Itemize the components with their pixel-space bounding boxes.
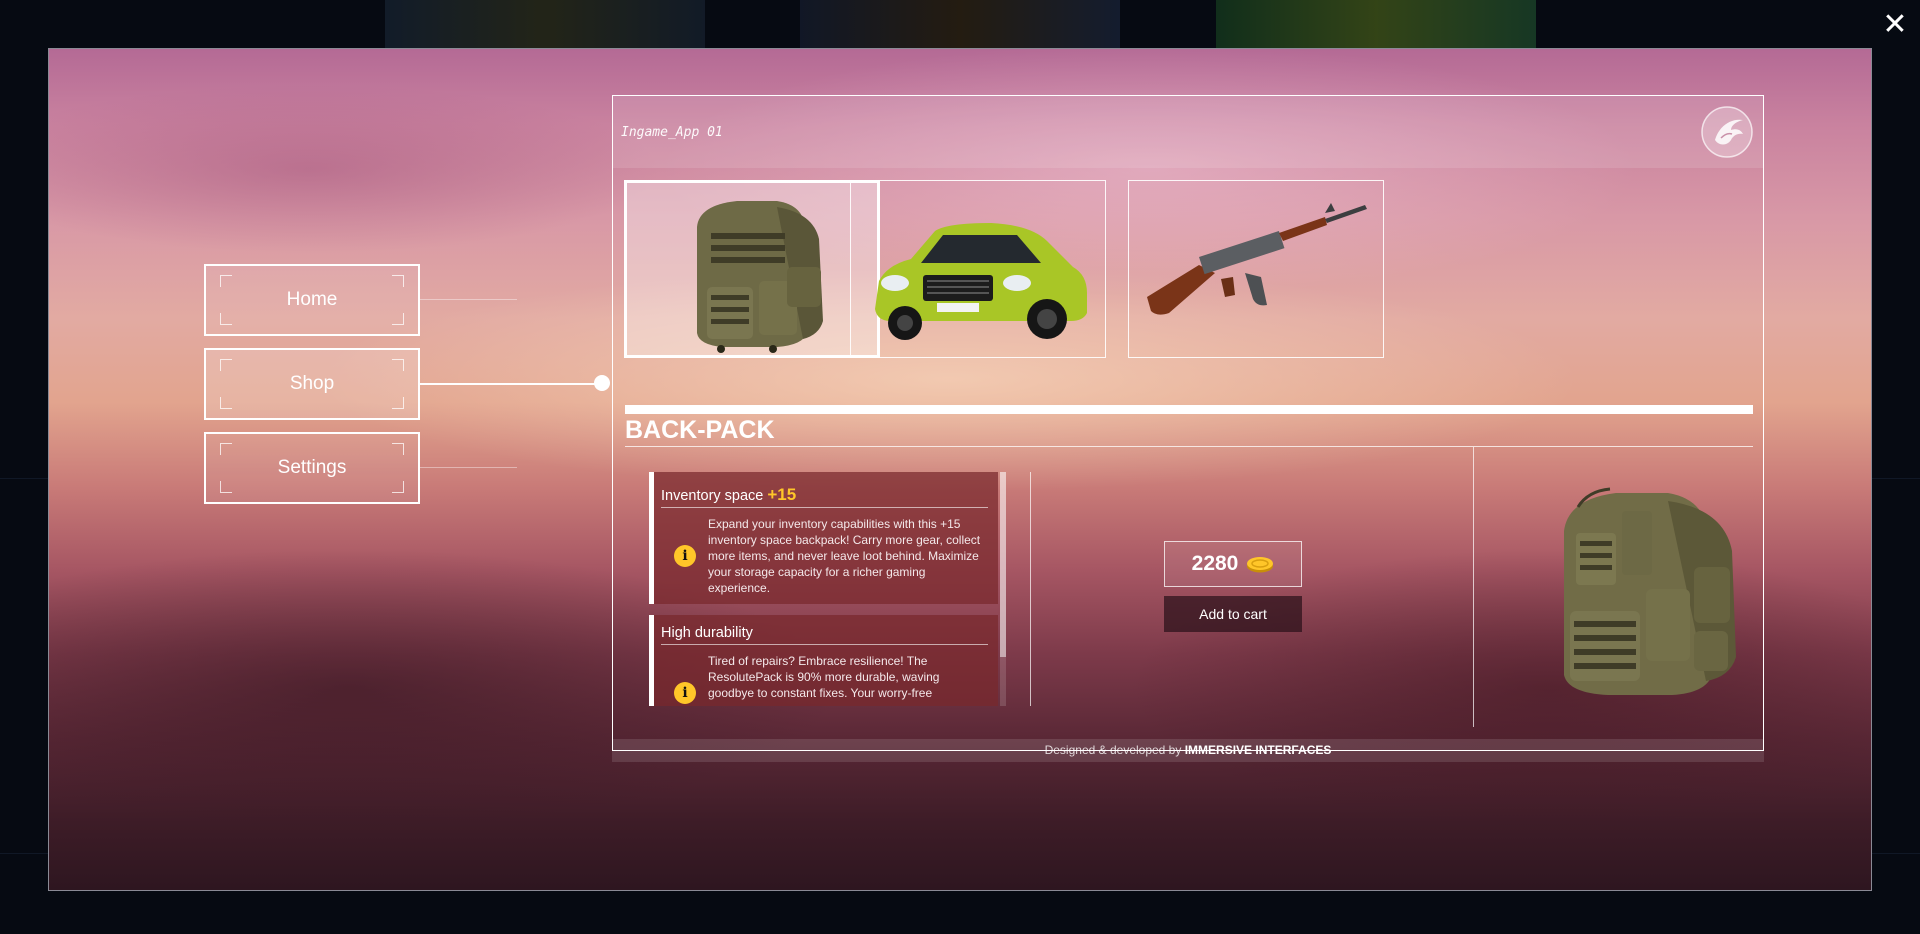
car-icon — [875, 223, 1087, 340]
feature-divider — [661, 644, 988, 645]
corner-bracket — [220, 313, 232, 325]
shop-item-rifle[interactable] — [1128, 180, 1384, 358]
footer: Designed & developed by IMMERSIVE INTERF… — [612, 739, 1764, 762]
corner-bracket — [220, 275, 232, 287]
shop-panel: Ingame_App 01 BACK-PACK Inventory space … — [612, 95, 1764, 751]
corner-bracket — [392, 397, 404, 409]
background-thumbnail — [385, 0, 705, 48]
background-thumbnail — [1216, 0, 1536, 48]
panel-header — [613, 96, 1763, 168]
divider — [1473, 447, 1474, 727]
nav-home-button[interactable]: Home — [204, 264, 420, 336]
corner-bracket — [220, 443, 232, 455]
nav-shop-button[interactable]: Shop — [204, 348, 420, 420]
feature-divider — [661, 507, 988, 508]
nav-connector-line — [420, 467, 517, 468]
feature-title: Inventory space +15 — [661, 485, 796, 505]
nav-home-label: Home — [286, 289, 338, 310]
features-scrollbar-thumb[interactable] — [1000, 472, 1006, 657]
feature-item: Inventory space+15 Expand your inventory… — [649, 472, 998, 604]
nav-active-connector-line — [420, 383, 605, 385]
nav-settings-label: Settings — [277, 457, 347, 478]
features-list: Inventory space+15 Expand your inventory… — [649, 472, 1006, 706]
corner-bracket — [392, 313, 404, 325]
app-title: Ingame_App 01 — [621, 125, 723, 140]
corner-bracket — [392, 443, 404, 455]
close-icon[interactable]: ✕ — [1880, 10, 1910, 40]
feature-title-text: Inventory space — [661, 488, 764, 504]
shop-item-car[interactable] — [850, 180, 1106, 358]
footer-brand: IMMERSIVE INTERFACES — [1184, 743, 1332, 757]
lightbox-modal: Home Shop Settings Ingame_App 01 BACK-PA… — [48, 48, 1872, 891]
feature-description: Tired of repairs? Embrace resilience! Th… — [708, 654, 940, 700]
coin-icon — [1247, 556, 1274, 572]
backpack-icon — [697, 201, 823, 353]
add-to-cart-button[interactable]: Add to cart — [1164, 596, 1302, 632]
corner-bracket — [392, 359, 404, 371]
item-preview-backpack-icon — [1564, 487, 1736, 695]
info-icon — [674, 682, 696, 704]
feature-item: High durability Tired of repairs? Embrac… — [649, 615, 998, 706]
nav-active-dot — [594, 375, 610, 391]
price-value: 2280 — [1191, 552, 1239, 575]
nav-connector-line — [420, 299, 517, 300]
feature-description: Expand your inventory capabilities with … — [708, 517, 981, 595]
item-name-heading: BACK-PACK — [625, 416, 775, 444]
corner-bracket — [220, 481, 232, 493]
rifle-icon — [1147, 203, 1367, 315]
corner-bracket — [220, 397, 232, 409]
price-display: 2280 — [1164, 541, 1302, 587]
divider — [1030, 472, 1031, 706]
phoenix-logo-icon — [1701, 106, 1753, 158]
corner-bracket — [392, 275, 404, 287]
feature-title-text: High durability — [661, 625, 753, 641]
background-thumbnail — [800, 0, 1120, 48]
corner-bracket — [392, 481, 404, 493]
footer-prefix: Designed & developed by — [1044, 743, 1182, 757]
nav-settings-button[interactable]: Settings — [204, 432, 420, 504]
info-icon — [674, 545, 696, 567]
selection-progress-bar — [625, 405, 1753, 414]
shop-item-backpack[interactable] — [624, 180, 880, 358]
feature-bonus: +15 — [767, 485, 797, 504]
divider — [625, 446, 1753, 447]
feature-title: High durability — [661, 625, 753, 641]
corner-bracket — [220, 359, 232, 371]
nav-shop-label: Shop — [289, 373, 335, 394]
footer-credit: Designed & developed by IMMERSIVE INTERF… — [612, 739, 1764, 762]
